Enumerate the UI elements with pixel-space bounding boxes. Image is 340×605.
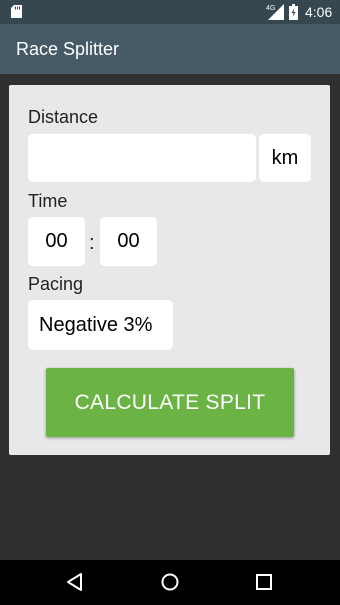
recents-icon[interactable] (252, 570, 276, 594)
distance-label: Distance (28, 107, 99, 127)
app-title: Race Splitter (16, 39, 120, 59)
time-separator: : (89, 232, 95, 254)
calculate-split-button[interactable]: CALCULATE SPLIT (46, 368, 294, 437)
back-icon[interactable] (63, 570, 87, 594)
home-icon[interactable] (158, 570, 182, 594)
distance-unit-selector[interactable]: km (259, 134, 311, 182)
time-label: Time (28, 191, 68, 211)
sd-card-icon (11, 5, 22, 18)
hours-input[interactable]: 00 (28, 217, 85, 266)
pacing-label: Pacing (28, 274, 84, 294)
pacing-selector[interactable]: Negative 3% (28, 300, 173, 350)
network-type-label: 4G (266, 5, 275, 12)
main-content: Distance km Time 00 : 00 Pacing Negative… (0, 74, 340, 560)
minutes-input[interactable]: 00 (100, 217, 157, 266)
split-form-card: Distance km Time 00 : 00 Pacing Negative… (9, 85, 330, 455)
battery-icon (289, 4, 298, 20)
navigation-bar (0, 560, 340, 605)
distance-input[interactable] (28, 134, 256, 182)
app-bar: Race Splitter (0, 24, 340, 74)
status-bar: 4G 4:06 (0, 0, 340, 24)
status-clock: 4:06 (305, 4, 333, 20)
signal-icon: 4G (266, 4, 284, 20)
